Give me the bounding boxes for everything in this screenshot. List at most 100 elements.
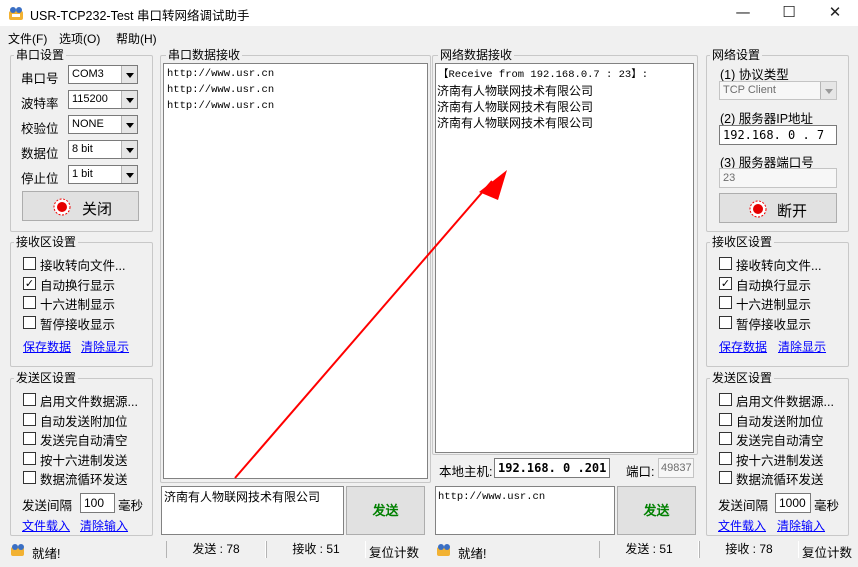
net-receive-line: 济南有人物联网技术有限公司 — [437, 100, 594, 114]
parity-label: 校验位 — [21, 122, 59, 136]
chevron-down-icon — [121, 166, 137, 183]
maximize-icon[interactable]: ☐ — [766, 0, 812, 26]
checkbox[interactable] — [719, 412, 732, 426]
net-receive-textarea[interactable]: 【Receive from 192.168.0.7 : 23】: 济南有人物联网… — [435, 63, 694, 453]
serial-receive-line: http://www.usr.cn — [167, 84, 275, 96]
checkbox-label[interactable]: 自动换行显示 — [40, 275, 115, 294]
send-interval-label: 发送间隔 — [22, 499, 73, 513]
disconnect-button[interactable]: 断开 — [719, 193, 837, 223]
checkbox[interactable] — [719, 296, 732, 309]
checkbox-label[interactable]: 启用文件数据源... — [736, 391, 834, 410]
local-host-ip: 192.168. 0 .201 — [494, 458, 610, 478]
menu-file[interactable]: 文件(F) — [8, 30, 47, 47]
checkbox-label[interactable]: 十六进制显示 — [736, 294, 811, 313]
red-indicator-icon — [53, 198, 71, 216]
checkbox[interactable] — [719, 315, 732, 329]
stopbits-select[interactable]: 1 bit — [68, 165, 138, 184]
close-icon[interactable]: ✕ — [812, 0, 858, 26]
checkbox[interactable] — [719, 471, 732, 484]
checkbox-label[interactable]: 发送完自动清空 — [40, 430, 128, 449]
local-port-field: 49837 — [658, 458, 694, 478]
net-send-textarea[interactable]: http://www.usr.cn — [435, 486, 615, 535]
app-icon — [8, 5, 24, 21]
window-title: USR-TCP232-Test 串口转网络调试助手 — [30, 9, 250, 23]
send-interval-unit: 毫秒 — [118, 499, 144, 513]
checkbox-label[interactable]: 数据流循环发送 — [736, 469, 824, 488]
serial-receive-textarea[interactable]: http://www.usr.cn http://www.usr.cn http… — [163, 63, 428, 479]
send-interval-input[interactable]: 100 — [80, 493, 115, 513]
parity-select[interactable]: NONE — [68, 115, 138, 134]
clear-display-link[interactable]: 清除显示 — [778, 338, 826, 355]
reset-count-button[interactable]: 复位计数 — [802, 542, 852, 561]
server-port-input[interactable]: 23 — [719, 168, 837, 188]
checkbox[interactable] — [23, 412, 36, 426]
send-interval-label: 发送间隔 — [718, 499, 769, 513]
net-send-button[interactable]: 发送 — [617, 486, 696, 535]
checkbox-label[interactable]: 暂停接收显示 — [736, 314, 811, 333]
close-port-button[interactable]: 关闭 — [22, 191, 139, 221]
checkbox-label[interactable]: 自动换行显示 — [736, 275, 811, 294]
serial-send-textarea[interactable]: 济南有人物联网技术有限公司 — [161, 486, 344, 535]
checkbox-label[interactable]: 数据流循环发送 — [40, 469, 128, 488]
checkbox[interactable] — [719, 257, 732, 270]
checkbox[interactable]: ✓ — [23, 276, 36, 290]
server-ip-input[interactable]: 192.168. 0 . 7 — [719, 125, 837, 145]
checkbox-label[interactable]: 启用文件数据源... — [40, 391, 138, 410]
reset-count-button[interactable]: 复位计数 — [369, 542, 419, 561]
checkbox[interactable] — [719, 451, 732, 465]
checkbox[interactable] — [23, 471, 36, 484]
chevron-down-icon — [121, 141, 137, 158]
checkbox[interactable] — [719, 393, 732, 406]
clear-display-link[interactable]: 清除显示 — [81, 338, 129, 355]
close-port-label: 关闭 — [82, 201, 113, 218]
clear-input-link[interactable]: 清除输入 — [777, 517, 825, 534]
chevron-down-icon — [121, 91, 137, 108]
serial-send-button[interactable]: 发送 — [346, 486, 425, 535]
left-receive-settings-title: 接收区设置 — [14, 235, 79, 249]
net-receive-header: 【Receive from 192.168.0.7 : 23】: — [438, 69, 649, 81]
port-select[interactable]: COM3 — [68, 65, 138, 84]
checkbox-label[interactable]: 发送完自动清空 — [736, 430, 824, 449]
left-send-settings-title: 发送区设置 — [14, 371, 79, 385]
databits-select[interactable]: 8 bit — [68, 140, 138, 159]
checkbox-label[interactable]: 接收转向文件... — [40, 255, 125, 274]
checkbox[interactable] — [23, 296, 36, 309]
chevron-down-icon — [820, 82, 836, 99]
checkbox[interactable] — [23, 393, 36, 406]
status-received-count: 接收 : 51 — [266, 541, 366, 558]
serial-receive-title: 串口数据接收 — [166, 48, 243, 62]
checkbox[interactable]: ✓ — [719, 276, 732, 290]
checkbox[interactable] — [23, 315, 36, 329]
menu-help[interactable]: 帮助(H) — [116, 30, 157, 47]
serial-send-text: 济南有人物联网技术有限公司 — [164, 490, 321, 504]
right-receive-settings-title: 接收区设置 — [710, 235, 775, 249]
save-data-link[interactable]: 保存数据 — [719, 338, 767, 355]
minimize-icon[interactable]: — — [720, 0, 766, 26]
serial-receive-line: http://www.usr.cn — [167, 68, 275, 80]
checkbox[interactable] — [23, 451, 36, 465]
status-sent-count: 发送 : 51 — [599, 541, 699, 558]
checkbox-label[interactable]: 自动发送附加位 — [736, 411, 824, 430]
disconnect-label: 断开 — [777, 203, 808, 220]
file-load-link[interactable]: 文件载入 — [22, 517, 70, 534]
checkbox[interactable] — [23, 432, 36, 445]
red-indicator-icon — [749, 200, 767, 218]
checkbox-label[interactable]: 按十六进制发送 — [736, 450, 824, 469]
checkbox-label[interactable]: 暂停接收显示 — [40, 314, 115, 333]
baud-select[interactable]: 115200 — [68, 90, 138, 109]
status-sent-count: 发送 : 78 — [166, 541, 266, 558]
checkbox-label[interactable]: 按十六进制发送 — [40, 450, 128, 469]
checkbox-label[interactable]: 十六进制显示 — [40, 294, 115, 313]
net-receive-line: 济南有人物联网技术有限公司 — [437, 116, 594, 130]
protocol-select[interactable]: TCP Client — [719, 81, 837, 100]
clear-input-link[interactable]: 清除输入 — [80, 517, 128, 534]
file-load-link[interactable]: 文件载入 — [718, 517, 766, 534]
status-ready-icon — [11, 544, 24, 556]
send-interval-input[interactable]: 1000 — [775, 493, 811, 513]
save-data-link[interactable]: 保存数据 — [23, 338, 71, 355]
checkbox-label[interactable]: 接收转向文件... — [736, 255, 821, 274]
checkbox-label[interactable]: 自动发送附加位 — [40, 411, 128, 430]
checkbox[interactable] — [23, 257, 36, 270]
menu-options[interactable]: 选项(O) — [59, 30, 100, 47]
checkbox[interactable] — [719, 432, 732, 445]
